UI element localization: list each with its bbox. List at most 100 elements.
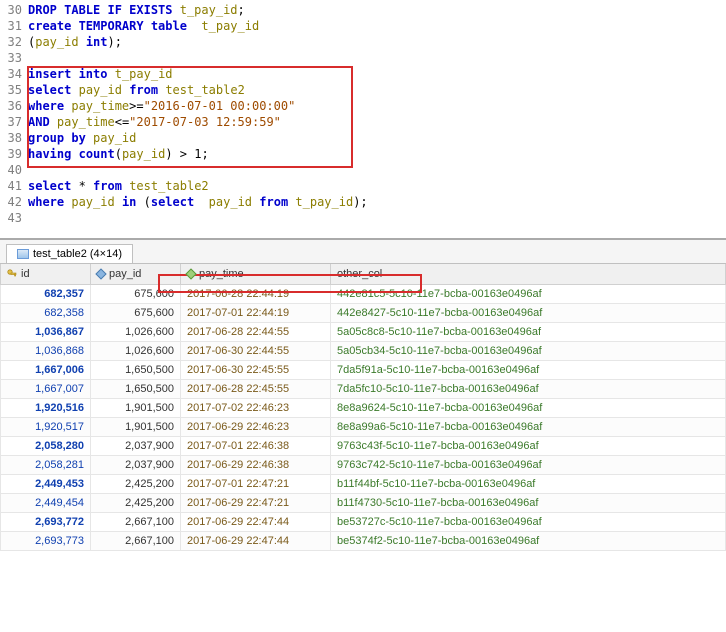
cell-other-col[interactable]: 5a05c8c8-5c10-11e7-bcba-00163e0496af [331, 323, 726, 342]
cell-other-col[interactable]: 7da5fc10-5c10-11e7-bcba-00163e0496af [331, 380, 726, 399]
cell-pay-id[interactable]: 2,037,900 [91, 437, 181, 456]
code-line[interactable]: 36where pay_time>="2016-07-01 00:00:00" [0, 98, 726, 114]
cell-id[interactable]: 2,058,281 [1, 456, 91, 475]
cell-other-col[interactable]: 442e81c5-5c10-11e7-bcba-00163e0496af [331, 285, 726, 304]
cell-pay-id[interactable]: 1,026,600 [91, 342, 181, 361]
code-line[interactable]: 41select * from test_table2 [0, 178, 726, 194]
cell-other-col[interactable]: be5374f2-5c10-11e7-bcba-00163e0496af [331, 532, 726, 551]
cell-pay-id[interactable]: 1,650,500 [91, 380, 181, 399]
code-content[interactable]: where pay_time>="2016-07-01 00:00:00" [26, 98, 295, 114]
cell-id[interactable]: 682,358 [1, 304, 91, 323]
code-content[interactable]: DROP TABLE IF EXISTS t_pay_id; [26, 2, 245, 18]
code-line[interactable]: 43 [0, 210, 726, 226]
cell-other-col[interactable]: 9763c43f-5c10-11e7-bcba-00163e0496af [331, 437, 726, 456]
cell-id[interactable]: 1,920,516 [1, 399, 91, 418]
cell-other-col[interactable]: 7da5f91a-5c10-11e7-bcba-00163e0496af [331, 361, 726, 380]
code-line[interactable]: 39having count(pay_id) > 1; [0, 146, 726, 162]
table-row[interactable]: 1,036,8681,026,6002017-06-30 22:44:555a0… [1, 342, 726, 361]
table-row[interactable]: 1,036,8671,026,6002017-06-28 22:44:555a0… [1, 323, 726, 342]
cell-other-col[interactable]: 8e8a99a6-5c10-11e7-bcba-00163e0496af [331, 418, 726, 437]
cell-pay-id[interactable]: 1,901,500 [91, 399, 181, 418]
cell-pay-time[interactable]: 2017-06-30 22:44:55 [181, 342, 331, 361]
cell-pay-id[interactable]: 1,026,600 [91, 323, 181, 342]
table-row[interactable]: 1,920,5171,901,5002017-06-29 22:46:238e8… [1, 418, 726, 437]
cell-pay-id[interactable]: 675,600 [91, 285, 181, 304]
code-content[interactable]: having count(pay_id) > 1; [26, 146, 209, 162]
code-line[interactable]: 35select pay_id from test_table2 [0, 82, 726, 98]
cell-pay-time[interactable]: 2017-06-29 22:46:38 [181, 456, 331, 475]
cell-pay-id[interactable]: 2,037,900 [91, 456, 181, 475]
code-content[interactable]: group by pay_id [26, 130, 136, 146]
cell-id[interactable]: 2,058,280 [1, 437, 91, 456]
code-content[interactable]: select * from test_table2 [26, 178, 209, 194]
table-row[interactable]: 2,058,2812,037,9002017-06-29 22:46:38976… [1, 456, 726, 475]
cell-other-col[interactable]: 442e8427-5c10-11e7-bcba-00163e0496af [331, 304, 726, 323]
cell-pay-time[interactable]: 2017-07-01 22:46:38 [181, 437, 331, 456]
col-header-pay-id[interactable]: pay_id [91, 264, 181, 285]
code-content[interactable]: insert into t_pay_id [26, 66, 173, 82]
cell-id[interactable]: 1,036,868 [1, 342, 91, 361]
table-row[interactable]: 1,667,0071,650,5002017-06-28 22:45:557da… [1, 380, 726, 399]
cell-pay-time[interactable]: 2017-06-30 22:45:55 [181, 361, 331, 380]
table-row[interactable]: 682,357675,6002017-06-28 22:44:19442e81c… [1, 285, 726, 304]
table-row[interactable]: 2,449,4542,425,2002017-06-29 22:47:21b11… [1, 494, 726, 513]
cell-pay-time[interactable]: 2017-07-01 22:47:21 [181, 475, 331, 494]
cell-pay-id[interactable]: 2,425,200 [91, 494, 181, 513]
col-header-pay-time[interactable]: pay_time [181, 264, 331, 285]
cell-pay-time[interactable]: 2017-07-01 22:44:19 [181, 304, 331, 323]
cell-id[interactable]: 2,693,772 [1, 513, 91, 532]
cell-pay-time[interactable]: 2017-06-29 22:46:23 [181, 418, 331, 437]
cell-other-col[interactable]: b11f44bf-5c10-11e7-bcba-00163e0496af [331, 475, 726, 494]
table-row[interactable]: 2,693,7722,667,1002017-06-29 22:47:44be5… [1, 513, 726, 532]
cell-other-col[interactable]: 5a05cb34-5c10-11e7-bcba-00163e0496af [331, 342, 726, 361]
cell-id[interactable]: 1,920,517 [1, 418, 91, 437]
code-content[interactable]: create TEMPORARY table t_pay_id [26, 18, 259, 34]
cell-pay-id[interactable]: 1,901,500 [91, 418, 181, 437]
cell-other-col[interactable]: be53727c-5c10-11e7-bcba-00163e0496af [331, 513, 726, 532]
cell-other-col[interactable]: 9763c742-5c10-11e7-bcba-00163e0496af [331, 456, 726, 475]
cell-pay-time[interactable]: 2017-06-29 22:47:44 [181, 513, 331, 532]
code-line[interactable]: 37AND pay_time<="2017-07-03 12:59:59" [0, 114, 726, 130]
code-content[interactable]: (pay_id int); [26, 34, 122, 50]
table-row[interactable]: 2,058,2802,037,9002017-07-01 22:46:38976… [1, 437, 726, 456]
code-line[interactable]: 32(pay_id int); [0, 34, 726, 50]
code-line[interactable]: 30DROP TABLE IF EXISTS t_pay_id; [0, 2, 726, 18]
cell-id[interactable]: 682,357 [1, 285, 91, 304]
cell-other-col[interactable]: b11f4730-5c10-11e7-bcba-00163e0496af [331, 494, 726, 513]
table-row[interactable]: 1,920,5161,901,5002017-07-02 22:46:238e8… [1, 399, 726, 418]
cell-id[interactable]: 1,667,006 [1, 361, 91, 380]
code-line[interactable]: 33 [0, 50, 726, 66]
table-row[interactable]: 2,449,4532,425,2002017-07-01 22:47:21b11… [1, 475, 726, 494]
results-tab[interactable]: test_table2 (4×14) [6, 244, 133, 263]
table-row[interactable]: 2,693,7732,667,1002017-06-29 22:47:44be5… [1, 532, 726, 551]
results-grid[interactable]: id pay_id pay_time other_col 682,357675,… [0, 264, 726, 551]
cell-pay-time[interactable]: 2017-06-29 22:47:21 [181, 494, 331, 513]
cell-pay-id[interactable]: 2,667,100 [91, 513, 181, 532]
code-content[interactable]: where pay_id in (select pay_id from t_pa… [26, 194, 368, 210]
table-row[interactable]: 1,667,0061,650,5002017-06-30 22:45:557da… [1, 361, 726, 380]
cell-pay-time[interactable]: 2017-06-28 22:44:19 [181, 285, 331, 304]
cell-pay-time[interactable]: 2017-06-29 22:47:44 [181, 532, 331, 551]
table-row[interactable]: 682,358675,6002017-07-01 22:44:19442e842… [1, 304, 726, 323]
cell-pay-id[interactable]: 2,667,100 [91, 532, 181, 551]
cell-id[interactable]: 2,693,773 [1, 532, 91, 551]
cell-pay-id[interactable]: 2,425,200 [91, 475, 181, 494]
code-line[interactable]: 34insert into t_pay_id [0, 66, 726, 82]
cell-id[interactable]: 2,449,453 [1, 475, 91, 494]
code-line[interactable]: 40 [0, 162, 726, 178]
code-content[interactable]: AND pay_time<="2017-07-03 12:59:59" [26, 114, 281, 130]
cell-pay-time[interactable]: 2017-07-02 22:46:23 [181, 399, 331, 418]
col-header-id[interactable]: id [1, 264, 91, 285]
code-line[interactable]: 31create TEMPORARY table t_pay_id [0, 18, 726, 34]
cell-pay-id[interactable]: 1,650,500 [91, 361, 181, 380]
cell-pay-id[interactable]: 675,600 [91, 304, 181, 323]
cell-id[interactable]: 1,036,867 [1, 323, 91, 342]
cell-other-col[interactable]: 8e8a9624-5c10-11e7-bcba-00163e0496af [331, 399, 726, 418]
cell-pay-time[interactable]: 2017-06-28 22:45:55 [181, 380, 331, 399]
code-line[interactable]: 42where pay_id in (select pay_id from t_… [0, 194, 726, 210]
code-line[interactable]: 38group by pay_id [0, 130, 726, 146]
cell-pay-time[interactable]: 2017-06-28 22:44:55 [181, 323, 331, 342]
sql-editor[interactable]: 30DROP TABLE IF EXISTS t_pay_id;31create… [0, 0, 726, 234]
cell-id[interactable]: 2,449,454 [1, 494, 91, 513]
col-header-other-col[interactable]: other_col [331, 264, 726, 285]
